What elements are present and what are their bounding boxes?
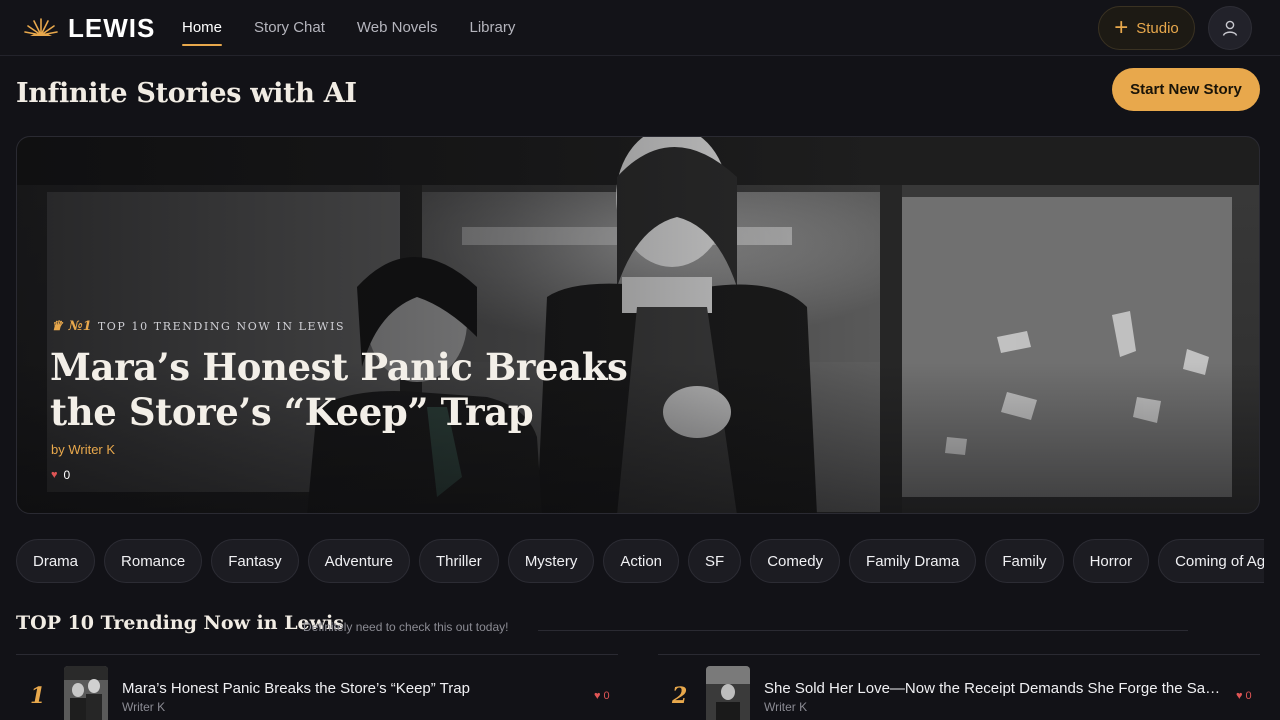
like-count: 0 xyxy=(1245,690,1252,702)
nav-web-novels[interactable]: Web Novels xyxy=(357,0,438,56)
genre-chip[interactable]: Drama xyxy=(16,539,96,583)
start-new-story-button[interactable]: Start New Story xyxy=(1112,68,1260,111)
hero-like-count: 0 xyxy=(63,468,71,482)
hero-kicker-text: TOP 10 TRENDING NOW IN LEWIS xyxy=(97,320,346,333)
hero-kicker: ♛ №1 TOP 10 TRENDING NOW IN LEWIS xyxy=(51,319,345,334)
trending-title: TOP 10 Trending Now in Lewis xyxy=(16,612,344,634)
trending-item[interactable]: 1 Mara’s Honest Panic Breaks the Store’s… xyxy=(16,654,618,720)
genre-chip[interactable]: Comedy xyxy=(750,539,841,583)
trending-item-title: Mara’s Honest Panic Breaks the Store’s “… xyxy=(122,680,470,697)
trending-item-likes: ♥ 0 xyxy=(1236,690,1252,702)
genre-chip[interactable]: Coming of Age xyxy=(1158,539,1264,583)
brand-name: LEWIS xyxy=(68,13,156,43)
trending-item-likes: ♥ 0 xyxy=(594,690,610,702)
genre-chip[interactable]: Family Drama xyxy=(849,539,977,583)
heart-icon: ♥ xyxy=(51,469,58,481)
trending-item-title: She Sold Her Love—Now the Receipt Demand… xyxy=(764,680,1222,697)
sunrise-logo-icon xyxy=(24,18,58,36)
profile-button[interactable] xyxy=(1208,6,1252,50)
hero-banner[interactable]: ♛ №1 TOP 10 TRENDING NOW IN LEWIS Mara’s… xyxy=(16,136,1260,514)
top-nav: LEWIS Home Story Chat Web Novels Library… xyxy=(0,0,1280,56)
page-title: Infinite Stories with AI xyxy=(16,78,357,109)
divider xyxy=(538,630,1188,631)
trending-item-author: Writer K xyxy=(764,700,808,714)
nav-home[interactable]: Home xyxy=(182,0,223,56)
genre-chip[interactable]: Adventure xyxy=(307,539,410,583)
trending-rank: 1 xyxy=(30,683,46,709)
genre-chip[interactable]: Horror xyxy=(1072,539,1150,583)
trending-item[interactable]: 2 She Sold Her Love—Now the Receipt Dema… xyxy=(658,654,1260,720)
heart-icon: ♥ xyxy=(1236,690,1243,702)
genre-chip[interactable]: Romance xyxy=(104,539,203,583)
crown-icon: ♛ xyxy=(51,319,63,334)
user-icon xyxy=(1222,20,1238,36)
nav-links: Home Story Chat Web Novels Library xyxy=(182,0,515,56)
nav-library[interactable]: Library xyxy=(469,0,515,56)
hero-author: by Writer K xyxy=(51,442,116,457)
hero-rank: №1 xyxy=(68,319,92,334)
logo[interactable]: LEWIS xyxy=(24,13,155,43)
genre-chip[interactable]: Thriller xyxy=(418,539,499,583)
genre-chip[interactable]: Fantasy xyxy=(211,539,299,583)
genre-chip[interactable]: Family xyxy=(985,539,1064,583)
hero-likes: ♥ 0 xyxy=(51,468,70,482)
nav-story-chat[interactable]: Story Chat xyxy=(254,0,325,56)
genre-chip[interactable]: Action xyxy=(603,539,680,583)
story-thumbnail xyxy=(64,666,108,720)
hero-title: Mara’s Honest Panic Breaks the Store’s “… xyxy=(50,345,628,434)
studio-button[interactable]: + Studio xyxy=(1098,6,1195,50)
story-thumbnail xyxy=(706,666,750,720)
trending-subtitle: Definitely need to check this out today! xyxy=(303,620,509,634)
heart-icon: ♥ xyxy=(594,690,601,702)
trending-item-author: Writer K xyxy=(122,700,166,714)
genre-chips: Drama Romance Fantasy Adventure Thriller… xyxy=(16,539,1264,583)
trending-rank: 2 xyxy=(672,683,688,709)
genre-chip[interactable]: Mystery xyxy=(507,539,595,583)
studio-label: Studio xyxy=(1136,19,1179,37)
genre-chip[interactable]: SF xyxy=(688,539,742,583)
like-count: 0 xyxy=(603,690,610,702)
plus-icon: + xyxy=(1114,14,1129,41)
